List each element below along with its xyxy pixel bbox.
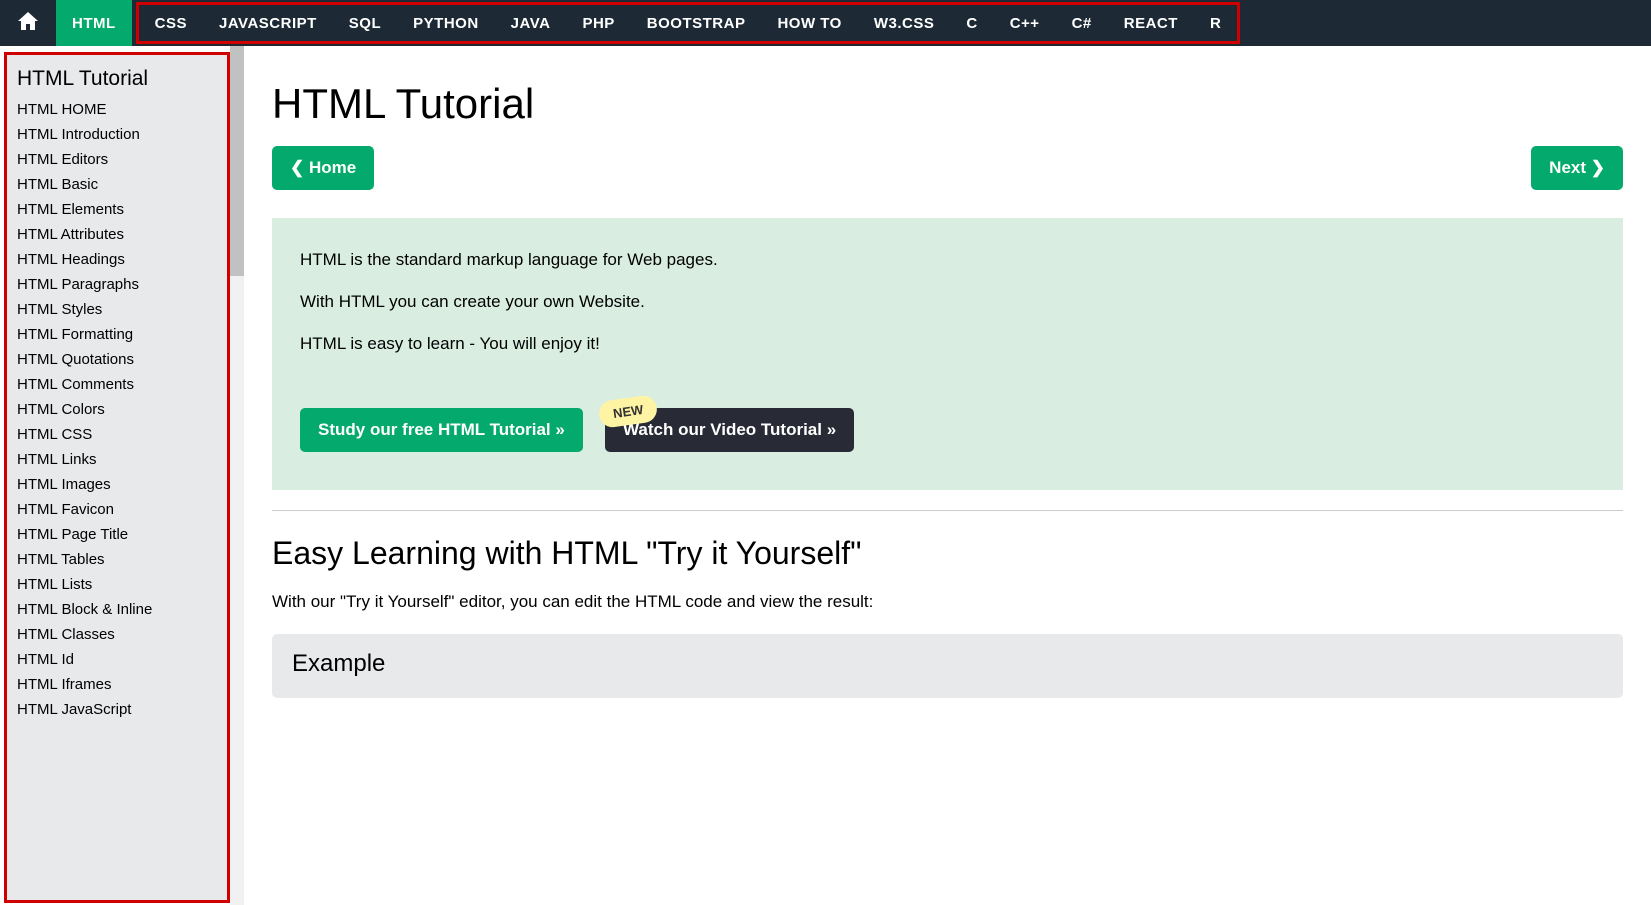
home-button[interactable]: [0, 0, 56, 46]
sidebar-item-styles[interactable]: HTML Styles: [17, 297, 227, 322]
intro-text-3: HTML is easy to learn - You will enjoy i…: [300, 334, 1595, 354]
chevron-right-icon: ❯: [1586, 158, 1605, 177]
sidebar-item-headings[interactable]: HTML Headings: [17, 247, 227, 272]
scrollbar-thumb[interactable]: [230, 46, 244, 276]
sidebar-item-formatting[interactable]: HTML Formatting: [17, 322, 227, 347]
sidebar-highlight-box: HTML Tutorial HTML HOME HTML Introductio…: [4, 52, 230, 903]
next-nav-label: Next: [1549, 158, 1586, 177]
chevron-left-icon: ❮: [290, 158, 309, 177]
nav-item-javascript[interactable]: JAVASCRIPT: [203, 5, 333, 41]
sidebar-item-editors[interactable]: HTML Editors: [17, 147, 227, 172]
home-nav-button[interactable]: ❮ Home: [272, 146, 374, 190]
nav-item-bootstrap[interactable]: BOOTSTRAP: [631, 5, 762, 41]
nav-item-c[interactable]: C: [950, 5, 993, 41]
nav-item-w3css[interactable]: W3.CSS: [858, 5, 951, 41]
layout: HTML Tutorial HTML HOME HTML Introductio…: [0, 46, 1651, 905]
sidebar-item-tables[interactable]: HTML Tables: [17, 547, 227, 572]
sidebar-item-paragraphs[interactable]: HTML Paragraphs: [17, 272, 227, 297]
sidebar: HTML Tutorial HTML HOME HTML Introductio…: [7, 55, 227, 900]
home-icon: [16, 9, 40, 37]
sidebar-item-classes[interactable]: HTML Classes: [17, 622, 227, 647]
home-nav-label: Home: [309, 158, 356, 177]
intro-text-1: HTML is the standard markup language for…: [300, 250, 1595, 270]
example-label: Example: [292, 650, 1603, 678]
intro-text-2: With HTML you can create your own Websit…: [300, 292, 1595, 312]
sidebar-heading: HTML Tutorial: [17, 63, 227, 97]
top-nav: HTML CSS JAVASCRIPT SQL PYTHON JAVA PHP …: [0, 0, 1651, 46]
sidebar-item-lists[interactable]: HTML Lists: [17, 572, 227, 597]
nav-item-php[interactable]: PHP: [566, 5, 630, 41]
sidebar-scrollbar[interactable]: [230, 46, 244, 905]
nav-item-python[interactable]: PYTHON: [397, 5, 495, 41]
divider: [272, 510, 1623, 511]
sidebar-item-attributes[interactable]: HTML Attributes: [17, 222, 227, 247]
nav-item-sql[interactable]: SQL: [333, 5, 397, 41]
nav-highlight-box: CSS JAVASCRIPT SQL PYTHON JAVA PHP BOOTS…: [136, 2, 1241, 44]
nav-item-react[interactable]: REACT: [1108, 5, 1194, 41]
sidebar-item-elements[interactable]: HTML Elements: [17, 197, 227, 222]
nav-item-r[interactable]: R: [1194, 5, 1237, 41]
nav-item-css[interactable]: CSS: [139, 5, 203, 41]
nav-item-html[interactable]: HTML: [56, 0, 132, 46]
sidebar-item-pagetitle[interactable]: HTML Page Title: [17, 522, 227, 547]
sidebar-item-id[interactable]: HTML Id: [17, 647, 227, 672]
sidebar-item-iframes[interactable]: HTML Iframes: [17, 672, 227, 697]
sidebar-item-blockinline[interactable]: HTML Block & Inline: [17, 597, 227, 622]
sidebar-item-images[interactable]: HTML Images: [17, 472, 227, 497]
nav-item-cpp[interactable]: C++: [994, 5, 1056, 41]
intro-panel: HTML is the standard markup language for…: [272, 218, 1623, 490]
nav-item-csharp[interactable]: C#: [1056, 5, 1108, 41]
sidebar-item-css[interactable]: HTML CSS: [17, 422, 227, 447]
section-text: With our "Try it Yourself" editor, you c…: [272, 592, 1623, 612]
next-nav-button[interactable]: Next ❯: [1531, 146, 1623, 190]
sidebar-item-introduction[interactable]: HTML Introduction: [17, 122, 227, 147]
sidebar-item-colors[interactable]: HTML Colors: [17, 397, 227, 422]
page-title: HTML Tutorial: [272, 80, 1623, 128]
nav-buttons: ❮ Home Next ❯: [272, 146, 1623, 190]
sidebar-item-basic[interactable]: HTML Basic: [17, 172, 227, 197]
sidebar-item-comments[interactable]: HTML Comments: [17, 372, 227, 397]
sidebar-item-javascript[interactable]: HTML JavaScript: [17, 697, 227, 722]
study-tutorial-button[interactable]: Study our free HTML Tutorial »: [300, 408, 583, 452]
nav-item-howto[interactable]: HOW TO: [761, 5, 857, 41]
video-button-wrap: NEW Watch our Video Tutorial »: [587, 400, 854, 452]
sidebar-item-home[interactable]: HTML HOME: [17, 97, 227, 122]
sidebar-item-quotations[interactable]: HTML Quotations: [17, 347, 227, 372]
main-content: HTML Tutorial ❮ Home Next ❯ HTML is the …: [244, 46, 1651, 905]
example-box: Example: [272, 634, 1623, 698]
section-heading: Easy Learning with HTML "Try it Yourself…: [272, 535, 1623, 572]
nav-item-java[interactable]: JAVA: [495, 5, 567, 41]
sidebar-item-favicon[interactable]: HTML Favicon: [17, 497, 227, 522]
sidebar-item-links[interactable]: HTML Links: [17, 447, 227, 472]
